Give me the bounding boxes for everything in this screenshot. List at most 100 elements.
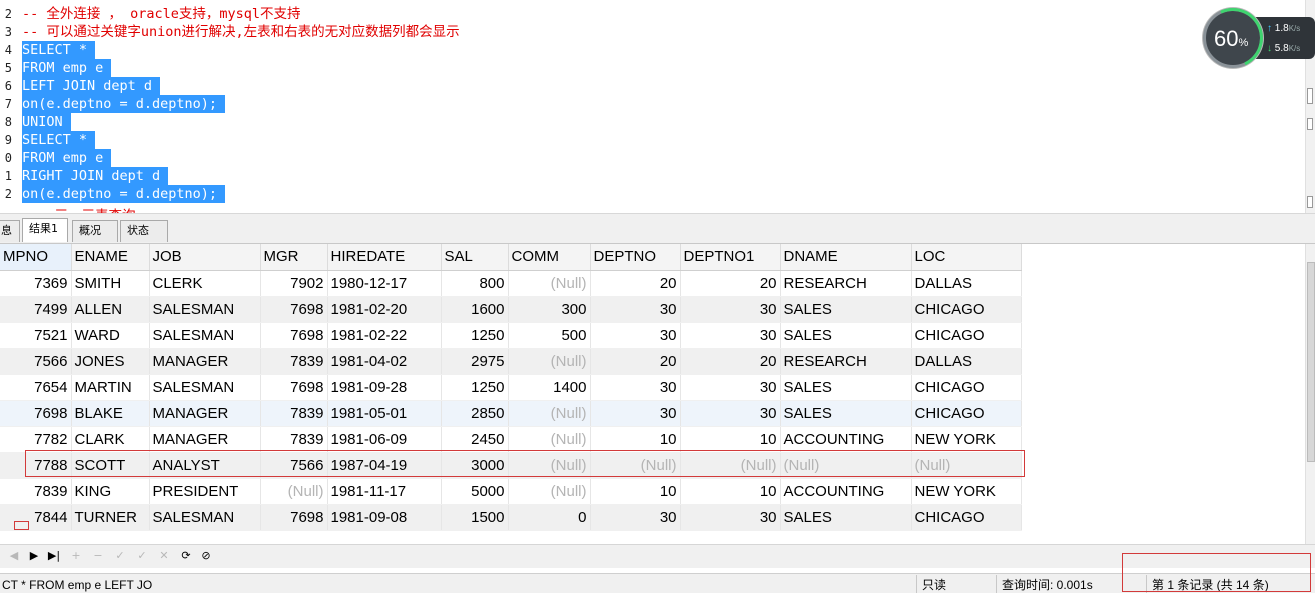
column-header-mpno[interactable]: MPNO xyxy=(0,244,72,271)
network-speed-widget[interactable]: ↑ 1.8K/s ↓ 5.8K/s 60% xyxy=(1194,0,1315,77)
column-header-dname[interactable]: DNAME xyxy=(780,244,912,271)
cell-ename[interactable]: ALLEN xyxy=(71,296,150,323)
cell-comm[interactable]: 500 xyxy=(508,322,591,349)
column-header-hiredate[interactable]: HIREDATE xyxy=(327,244,442,271)
cell-loc[interactable]: NEW YORK xyxy=(911,478,1022,505)
cell-loc[interactable]: CHICAGO xyxy=(911,296,1022,323)
cell-job[interactable]: MANAGER xyxy=(149,400,261,427)
cell-deptno[interactable]: 20 xyxy=(590,348,681,375)
cell-ename[interactable]: MARTIN xyxy=(71,374,150,401)
table-row[interactable]: 7654 MARTIN SALESMAN 7698 1981-09-28 1250 1400… xyxy=(0,374,1022,401)
sql-editor[interactable]: 2 -- 全外连接 ， oracle支持，mysql不支持 3 -- 可以通过关键字u… xyxy=(0,0,1315,213)
next-record-button[interactable]: ▶ xyxy=(26,548,42,564)
table-row[interactable]: 7566 JONES MANAGER 7839 1981-04-02 2975 (Null)… xyxy=(0,348,1022,375)
cell-dname[interactable]: SALES xyxy=(780,296,912,323)
cell-job[interactable]: SALESMAN xyxy=(149,322,261,349)
cell-dname[interactable]: SALES xyxy=(780,400,912,427)
cell-mpno[interactable]: 7499 xyxy=(0,296,72,323)
discard-changes-button[interactable]: ✕ xyxy=(156,548,172,564)
tab-status[interactable]: 状态 xyxy=(120,220,168,242)
cell-mgr[interactable]: (Null) xyxy=(260,478,328,505)
cell-mgr[interactable]: 7839 xyxy=(260,426,328,453)
cell-dname[interactable]: SALES xyxy=(780,374,912,401)
column-header-ename[interactable]: ENAME xyxy=(71,244,150,271)
cell-hiredate[interactable]: 1981-05-01 xyxy=(327,400,442,427)
column-header-mgr[interactable]: MGR xyxy=(260,244,328,271)
table-row[interactable]: 7788 SCOTT ANALYST 7566 1987-04-19 3000 (Null)… xyxy=(0,452,1022,479)
cell-job[interactable]: SALESMAN xyxy=(149,374,261,401)
cell-loc[interactable]: CHICAGO xyxy=(911,504,1022,531)
cell-mpno[interactable]: 7788 xyxy=(0,452,72,479)
cell-deptno1[interactable]: 20 xyxy=(680,270,781,297)
cell-hiredate[interactable]: 1980-12-17 xyxy=(327,270,442,297)
cell-dname[interactable]: SALES xyxy=(780,322,912,349)
column-header-deptno[interactable]: DEPTNO xyxy=(590,244,681,271)
table-row[interactable]: 7839 KING PRESIDENT (Null) 1981-11-17 5000 (Nu… xyxy=(0,478,1022,505)
cell-ename[interactable]: JONES xyxy=(71,348,150,375)
cell-deptno1[interactable]: (Null) xyxy=(680,452,781,479)
column-header-deptno1[interactable]: DEPTNO1 xyxy=(680,244,781,271)
cell-sal[interactable]: 1250 xyxy=(441,322,509,349)
delete-record-button[interactable]: − xyxy=(90,548,106,564)
cell-loc[interactable]: NEW YORK xyxy=(911,426,1022,453)
cell-comm[interactable]: 0 xyxy=(508,504,591,531)
cell-deptno[interactable]: 30 xyxy=(590,374,681,401)
cell-ename[interactable]: TURNER xyxy=(71,504,150,531)
cell-hiredate[interactable]: 1981-11-17 xyxy=(327,478,442,505)
cell-sal[interactable]: 3000 xyxy=(441,452,509,479)
cell-sal[interactable]: 800 xyxy=(441,270,509,297)
cell-loc[interactable]: (Null) xyxy=(911,452,1022,479)
apply-changes-button[interactable]: ✓ xyxy=(134,548,150,564)
cell-job[interactable]: CLERK xyxy=(149,270,261,297)
cell-deptno1[interactable]: 10 xyxy=(680,426,781,453)
grid-scrollbar[interactable] xyxy=(1305,244,1315,544)
cell-hiredate[interactable]: 1981-06-09 xyxy=(327,426,442,453)
cell-mpno[interactable]: 7698 xyxy=(0,400,72,427)
cell-mgr[interactable]: 7839 xyxy=(260,400,328,427)
tab-info[interactable]: 息 xyxy=(0,220,20,242)
cell-deptno1[interactable]: 10 xyxy=(680,478,781,505)
first-record-button[interactable]: ◀ xyxy=(6,548,22,564)
cell-deptno1[interactable]: 30 xyxy=(680,374,781,401)
last-record-button[interactable]: ▶| xyxy=(46,548,62,564)
cell-deptno[interactable]: 30 xyxy=(590,504,681,531)
cell-job[interactable]: ANALYST xyxy=(149,452,261,479)
cell-mgr[interactable]: 7566 xyxy=(260,452,328,479)
cell-ename[interactable]: BLAKE xyxy=(71,400,150,427)
cell-job[interactable]: MANAGER xyxy=(149,426,261,453)
cell-deptno1[interactable]: 30 xyxy=(680,322,781,349)
cell-dname[interactable]: ACCOUNTING xyxy=(780,426,912,453)
cell-mpno[interactable]: 7521 xyxy=(0,322,72,349)
cell-deptno[interactable]: 20 xyxy=(590,270,681,297)
cell-deptno[interactable]: 30 xyxy=(590,296,681,323)
column-header-job[interactable]: JOB xyxy=(149,244,261,271)
add-record-button[interactable]: + xyxy=(68,548,84,564)
cell-mpno[interactable]: 7566 xyxy=(0,348,72,375)
column-header-loc[interactable]: LOC xyxy=(911,244,1022,271)
cell-comm[interactable]: (Null) xyxy=(508,348,591,375)
cell-ename[interactable]: KING xyxy=(71,478,150,505)
cell-deptno1[interactable]: 30 xyxy=(680,400,781,427)
cell-ename[interactable]: WARD xyxy=(71,322,150,349)
cell-loc[interactable]: CHICAGO xyxy=(911,374,1022,401)
result-grid[interactable]: MPNO ENAME JOB MGR HIREDATE SAL COMM DEPTNO DEPT… xyxy=(0,244,1305,544)
cell-deptno1[interactable]: 20 xyxy=(680,348,781,375)
cell-job[interactable]: SALESMAN xyxy=(149,296,261,323)
cell-job[interactable]: MANAGER xyxy=(149,348,261,375)
cell-deptno[interactable]: (Null) xyxy=(590,452,681,479)
cell-ename[interactable]: CLARK xyxy=(71,426,150,453)
cell-dname[interactable]: RESEARCH xyxy=(780,348,912,375)
cell-comm[interactable]: 1400 xyxy=(508,374,591,401)
cell-sal[interactable]: 1500 xyxy=(441,504,509,531)
cell-deptno1[interactable]: 30 xyxy=(680,296,781,323)
table-row[interactable]: 7521 WARD SALESMAN 7698 1981-02-22 1250 500 30 3… xyxy=(0,322,1022,349)
table-row[interactable]: 7698 BLAKE MANAGER 7839 1981-05-01 2850 (Null)… xyxy=(0,400,1022,427)
cell-hiredate[interactable]: 1981-09-08 xyxy=(327,504,442,531)
cell-ename[interactable]: SMITH xyxy=(71,270,150,297)
cell-comm[interactable]: (Null) xyxy=(508,426,591,453)
tab-profile[interactable]: 概况 xyxy=(72,220,118,242)
cell-mgr[interactable]: 7698 xyxy=(260,374,328,401)
cell-hiredate[interactable]: 1981-02-20 xyxy=(327,296,442,323)
cell-dname[interactable]: SALES xyxy=(780,504,912,531)
cell-sal[interactable]: 2975 xyxy=(441,348,509,375)
